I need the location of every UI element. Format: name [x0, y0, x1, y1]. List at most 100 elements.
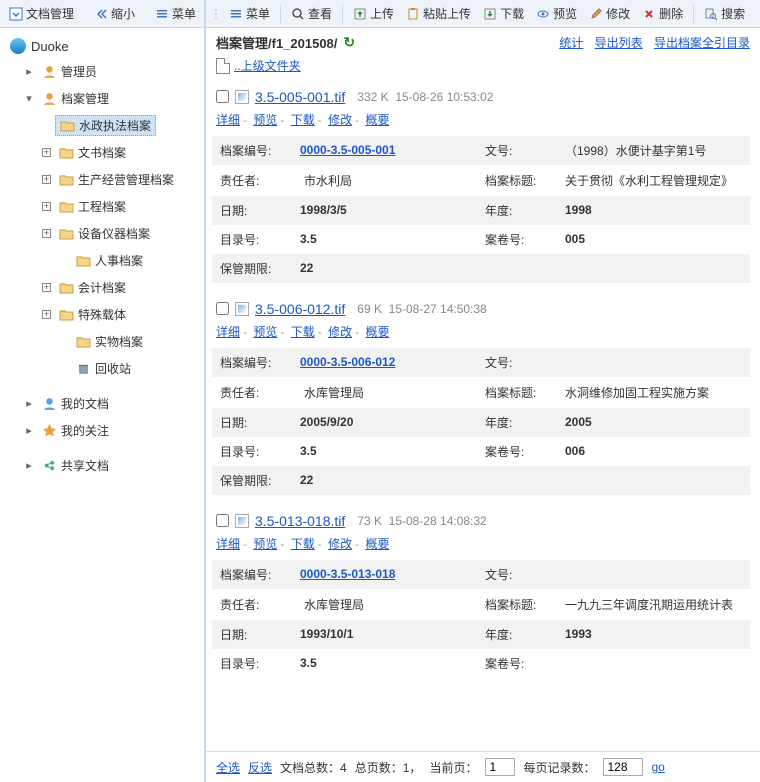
- expand-icon[interactable]: ▸: [24, 65, 34, 78]
- record-checkbox[interactable]: [216, 90, 229, 103]
- preview-link[interactable]: 预览: [253, 113, 277, 127]
- sidebar-menu-button[interactable]: 菜单: [150, 3, 201, 24]
- upload-button[interactable]: 上传: [348, 3, 399, 24]
- record: 3.5-013-018.tif 73 K 15-08-28 14:08:32 详…: [212, 509, 750, 678]
- toolbar-label: 菜单: [246, 5, 270, 22]
- preview-link[interactable]: 预览: [253, 325, 277, 339]
- export-full-link[interactable]: 导出档案全引目录: [654, 36, 750, 50]
- download-link[interactable]: 下载: [291, 537, 315, 551]
- tree-item[interactable]: +生产经营管理档案: [0, 166, 204, 193]
- tree-my-docs[interactable]: ▸ 我的文档: [0, 390, 204, 417]
- record-actions: 详细- 预览- 下载- 修改- 概要: [212, 533, 750, 560]
- stats-link[interactable]: 统计: [559, 36, 583, 50]
- main-toolbar: ⋮ 菜单 查看 上传 粘贴上传 下载 预览 修改 删除 搜索: [206, 0, 760, 28]
- tree-label: 文书档案: [78, 144, 126, 161]
- field-value: 0000-3.5-013-018: [292, 560, 477, 589]
- view-button[interactable]: 查看: [286, 3, 337, 24]
- search-icon: [704, 7, 718, 21]
- field-label: 档案编号:: [212, 348, 292, 377]
- pager-value: 1，: [403, 761, 422, 775]
- tree-item[interactable]: +设备仪器档案: [0, 220, 204, 247]
- record-title-link[interactable]: 3.5-005-001.tif: [255, 89, 345, 105]
- preview-button[interactable]: 预览: [531, 3, 582, 24]
- tree-label: 我的文档: [61, 395, 109, 412]
- delete-button[interactable]: 删除: [637, 3, 688, 24]
- record-meta: 73 K 15-08-28 14:08:32: [357, 514, 486, 528]
- expand-plus-icon[interactable]: +: [42, 310, 51, 319]
- download-button[interactable]: 下载: [478, 3, 529, 24]
- tree-item[interactable]: 水政执法档案: [0, 112, 204, 139]
- export-list-link[interactable]: 导出列表: [595, 36, 643, 50]
- expand-plus-icon[interactable]: +: [42, 283, 51, 292]
- record-checkbox[interactable]: [216, 514, 229, 527]
- folder-icon: [59, 173, 74, 186]
- overview-link[interactable]: 概要: [365, 325, 389, 339]
- edit-link[interactable]: 修改: [328, 113, 352, 127]
- current-page-input[interactable]: [485, 758, 515, 776]
- per-page-input[interactable]: [603, 758, 643, 776]
- tree-item[interactable]: 人事档案: [0, 247, 204, 274]
- tree-item[interactable]: +会计档案: [0, 274, 204, 301]
- folder-icon: [76, 362, 91, 375]
- overview-link[interactable]: 概要: [365, 113, 389, 127]
- edit-button[interactable]: 修改: [584, 3, 635, 24]
- preview-link[interactable]: 预览: [253, 537, 277, 551]
- tree-item[interactable]: +特殊载体: [0, 301, 204, 328]
- field-label: 目录号:: [212, 225, 292, 254]
- go-link[interactable]: go: [651, 760, 664, 774]
- org-root[interactable]: Duoke: [0, 34, 204, 58]
- doc-mgmt-dropdown[interactable]: 文档管理: [4, 3, 79, 24]
- clipboard-icon: [406, 7, 420, 21]
- tree-shared[interactable]: ▸ 共享文档: [0, 452, 204, 479]
- field-value: [557, 254, 750, 283]
- field-value: [557, 466, 750, 495]
- field-value: 1993: [557, 620, 750, 649]
- expand-icon[interactable]: ▸: [24, 424, 34, 437]
- expand-plus-icon[interactable]: +: [42, 148, 51, 157]
- field-value: [557, 560, 750, 589]
- record-checkbox[interactable]: [216, 302, 229, 315]
- folder-icon: [59, 281, 74, 294]
- paste-upload-button[interactable]: 粘贴上传: [401, 3, 476, 24]
- tree-item[interactable]: +工程档案: [0, 193, 204, 220]
- tree-admin[interactable]: ▸ 管理员: [0, 58, 204, 85]
- tree-my-follow[interactable]: ▸ 我的关注: [0, 417, 204, 444]
- select-all-link[interactable]: 全选: [216, 759, 240, 776]
- dropdown-icon: [9, 7, 23, 21]
- expand-icon[interactable]: ▸: [24, 397, 34, 410]
- tree-item[interactable]: 实物档案: [0, 328, 204, 355]
- field-label: 案卷号:: [477, 225, 557, 254]
- folder-icon: [59, 146, 74, 159]
- expand-plus-icon[interactable]: +: [42, 175, 51, 184]
- detail-link[interactable]: 详细: [216, 537, 240, 551]
- download-link[interactable]: 下载: [291, 325, 315, 339]
- search-button[interactable]: 搜索: [699, 3, 750, 24]
- tree-doc-mgmt[interactable]: ▾ 档案管理: [0, 85, 204, 112]
- up-folder-link[interactable]: ..上级文件夹: [216, 57, 301, 74]
- overview-link[interactable]: 概要: [365, 537, 389, 551]
- field-label: 年度:: [477, 196, 557, 225]
- record-title-link[interactable]: 3.5-013-018.tif: [255, 513, 345, 529]
- download-link[interactable]: 下载: [291, 113, 315, 127]
- tree-item[interactable]: + 文书档案: [0, 139, 204, 166]
- record-title-link[interactable]: 3.5-006-012.tif: [255, 301, 345, 317]
- expand-plus-icon[interactable]: +: [42, 202, 51, 211]
- tree-item[interactable]: 回收站: [0, 355, 204, 382]
- collapse-icon[interactable]: ▾: [24, 92, 34, 105]
- detail-link[interactable]: 详细: [216, 113, 240, 127]
- field-value: 水库管理局: [292, 589, 477, 620]
- detail-link[interactable]: 详细: [216, 325, 240, 339]
- edit-link[interactable]: 修改: [328, 325, 352, 339]
- invert-select-link[interactable]: 反选: [248, 759, 272, 776]
- tree-label: 水政执法档案: [79, 117, 151, 134]
- edit-link[interactable]: 修改: [328, 537, 352, 551]
- reload-icon[interactable]: ↻: [343, 34, 355, 51]
- folder-icon: [59, 200, 74, 213]
- shrink-button[interactable]: 缩小: [89, 3, 140, 24]
- field-label: 档案标题:: [477, 377, 557, 408]
- menu-button[interactable]: 菜单: [224, 3, 275, 24]
- expand-plus-icon[interactable]: +: [42, 229, 51, 238]
- expand-icon[interactable]: ▸: [24, 459, 34, 472]
- person-icon: [42, 64, 57, 79]
- tree-label: 我的关注: [61, 422, 109, 439]
